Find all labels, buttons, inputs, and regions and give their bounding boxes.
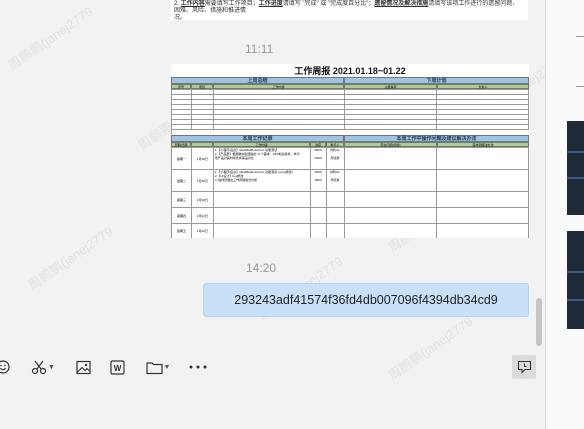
section-header-issues: 本周工作中操作问题及建议解决办法	[344, 135, 529, 142]
day-date: 1月22日	[192, 224, 214, 238]
section-header-this-week: 本周工作记录	[171, 135, 344, 142]
chevron-down-icon[interactable]: ▼	[164, 364, 171, 371]
progress: 100%	[314, 148, 322, 152]
input-toolbar: ▼ W ▼	[0, 355, 545, 381]
message-input[interactable]	[0, 382, 545, 429]
table-row: 星期四 1月21日	[172, 208, 529, 224]
this-week-table: 星期一 1月18日 1.【小程序/后台】site2MaxB-doc/run 功能…	[171, 147, 529, 238]
svg-text:W: W	[113, 364, 121, 373]
task: 现产品对其时候处商库品对比	[214, 156, 254, 160]
section-header-last-week: 上周总结	[171, 77, 344, 84]
table-row: 星期二 1月19日 1.【小程序/后台】site2MaxB-doc/run 功能…	[172, 170, 529, 192]
emoji-icon[interactable]	[0, 355, 12, 379]
table-row: 星期一 1月18日 1.【小程序/后台】site2MaxB-doc/run 功能…	[172, 148, 529, 170]
day-date: 1月21日	[192, 208, 214, 223]
task: 3. 操作员做出工作周报格式分析	[214, 178, 258, 182]
report-title: 工作周报 2021.01.18~01.22	[294, 66, 406, 76]
scissors-icon[interactable]: ▼	[28, 355, 58, 379]
chat-pane: 周鹏鹏(janej2779 周鹏鹏(janej2779 周鹏鹏(janej277…	[0, 0, 566, 429]
last-week-table	[171, 89, 529, 134]
folder-icon[interactable]: ▼	[143, 355, 173, 379]
participant: 周德勇	[330, 178, 340, 182]
participant: 刘利/LL	[329, 148, 341, 152]
sent-text-message[interactable]: 293243adf41574f36fd4db007096f4394db34cd9	[203, 283, 529, 317]
thumbnail-image[interactable]	[567, 121, 584, 215]
section-header-next-week: 下周计划	[344, 77, 529, 84]
weekly-report-image-message[interactable]: 工作周报 2021.01.18~01.22 上周总结 下周计划 序号 项目 工作…	[171, 64, 529, 238]
progress: 100%	[314, 156, 322, 160]
chat-history-icon[interactable]	[512, 355, 536, 379]
timestamp: 14:20	[246, 261, 277, 275]
image-icon[interactable]	[74, 355, 92, 379]
chevron-down-icon[interactable]: ▼	[48, 364, 55, 371]
day-name: 星期五	[172, 224, 192, 238]
day-date: 1月19日	[192, 170, 214, 191]
document-image-message[interactable]: 2. 工作内容需要填写工作项目；工作进度请填写 "完成" 或 "完成度百分比"；…	[170, 0, 528, 20]
table-row: 星期三 1月20日	[172, 192, 529, 208]
word-doc-icon[interactable]: W	[108, 355, 126, 379]
day-name: 星期一	[172, 148, 192, 169]
day-name: 星期四	[172, 208, 192, 223]
divider	[576, 36, 584, 37]
table-row: 星期五 1月22日	[172, 224, 529, 238]
doc-text: 2. 工作内容需要填写工作项目；工作进度请填写 "完成" 或 "完成度百分比"；…	[174, 1, 519, 20]
participant: 周德勇	[330, 156, 340, 160]
day-date: 1月20日	[192, 192, 214, 207]
day-name: 星期三	[172, 192, 192, 207]
progress: 100%	[314, 178, 322, 182]
watermark: 周鹏鹏(janej2779	[25, 223, 116, 294]
more-icon[interactable]	[188, 355, 208, 379]
day-name: 星期二	[172, 170, 192, 191]
progress: 100%	[314, 170, 322, 174]
divider	[576, 86, 584, 87]
side-panel	[545, 0, 584, 429]
watermark: 周鹏鹏(janej2779	[5, 3, 96, 74]
day-date: 1月18日	[192, 148, 214, 169]
scrollbar-thumb[interactable]	[536, 298, 542, 346]
timestamp: 11:11	[245, 42, 274, 56]
participant: 刘利/LL	[329, 170, 341, 174]
thumbnail-image[interactable]	[567, 231, 584, 329]
